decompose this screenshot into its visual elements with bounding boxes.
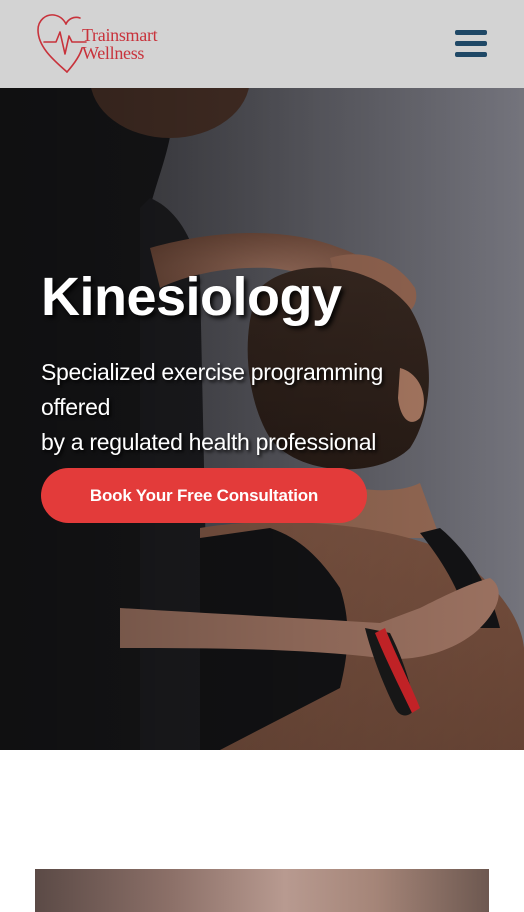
book-consultation-button[interactable]: Book Your Free Consultation (41, 468, 367, 523)
hero-section: Kinesiology Specialized exercise program… (0, 88, 524, 750)
hero-subtitle-line-3: by a regulated health professional (41, 429, 377, 455)
menu-bar (455, 41, 487, 46)
menu-bar (455, 30, 487, 35)
menu-bar (455, 52, 487, 57)
site-header: Trainsmart Wellness (0, 0, 524, 88)
logo-line-2: Wellness (82, 43, 145, 63)
section-photo (35, 869, 489, 912)
logo-text: Trainsmart Wellness (82, 25, 158, 63)
logo-line-1: Trainsmart (82, 25, 158, 45)
hero-subtitle: Specialized exercise programming offered… (41, 355, 471, 460)
hero-subtitle-line-1: Specialized exercise programming (41, 359, 383, 385)
hero-subtitle-line-2: offered (41, 394, 111, 420)
hamburger-menu-icon[interactable] (455, 30, 487, 58)
logo[interactable]: Trainsmart Wellness (34, 10, 174, 78)
hero-title: Kinesiology (41, 267, 342, 327)
page: Trainsmart Wellness Kinesiology Speciali… (0, 0, 524, 912)
